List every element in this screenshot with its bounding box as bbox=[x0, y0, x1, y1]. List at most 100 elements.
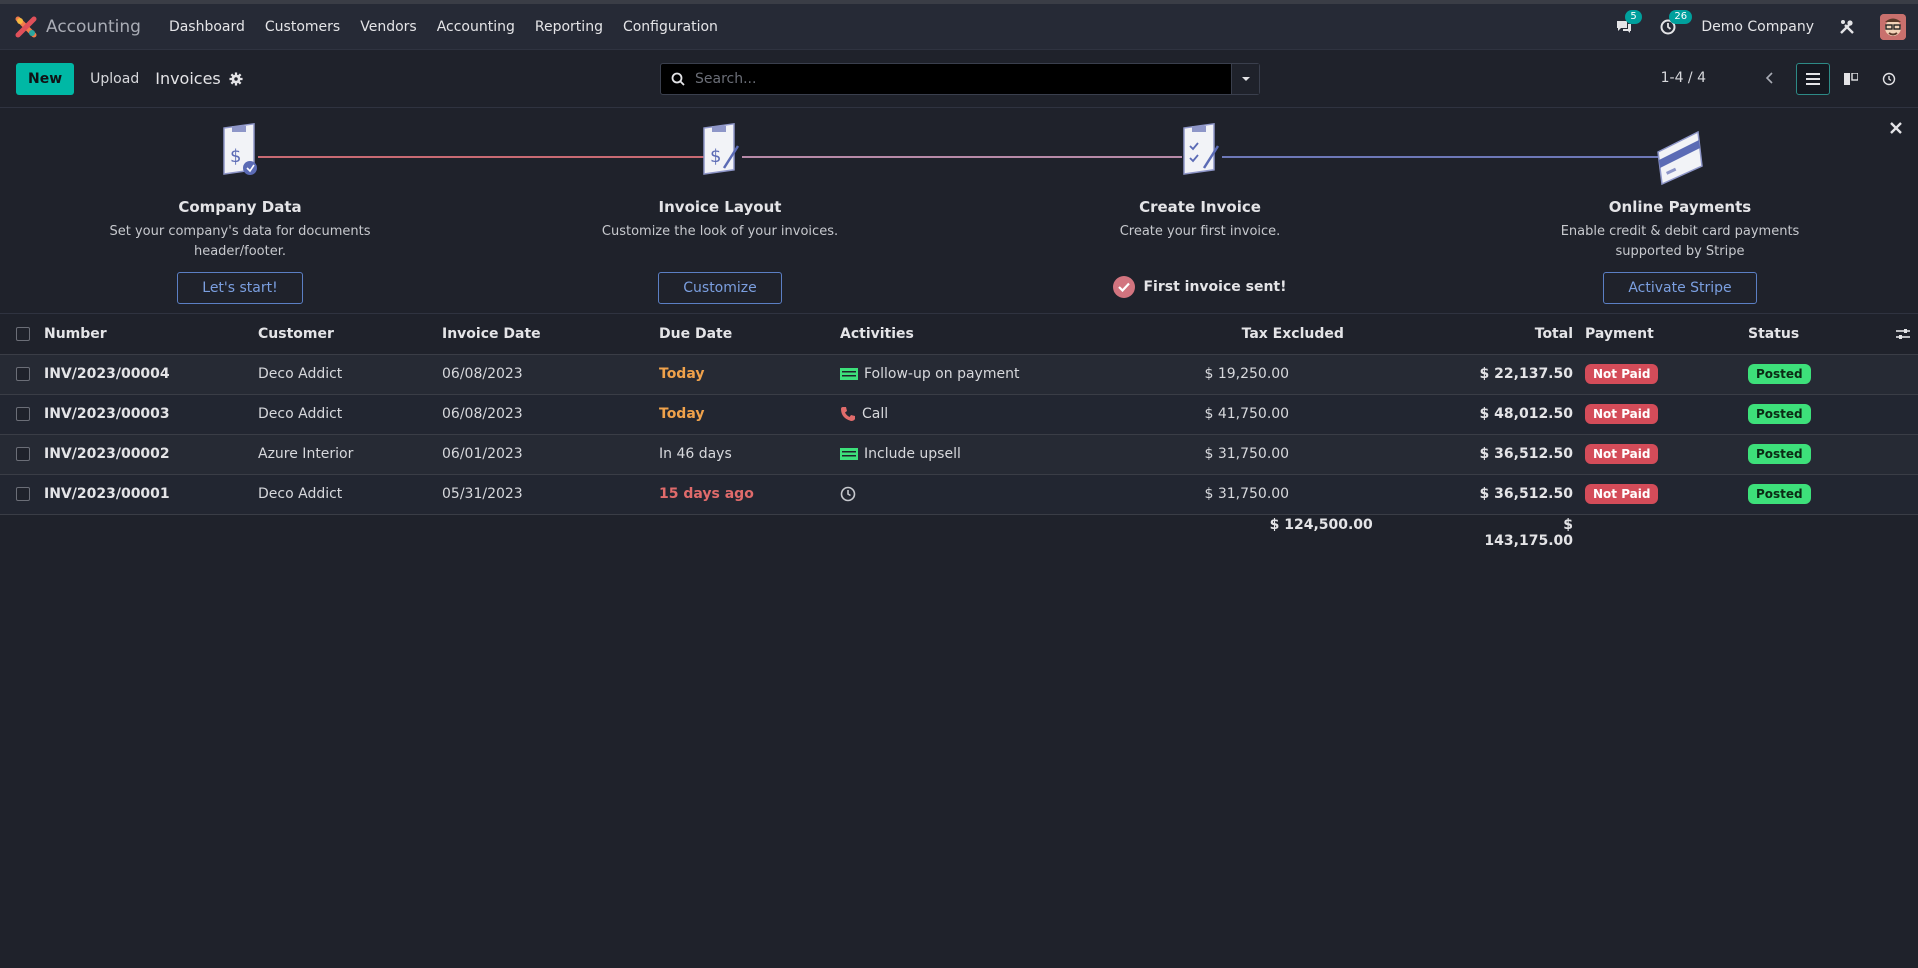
top-menu: Dashboard Customers Vendors Accounting R… bbox=[159, 19, 728, 35]
avatar-face-icon bbox=[1880, 13, 1906, 40]
clock-icon[interactable] bbox=[840, 486, 856, 502]
tools-icon bbox=[1840, 19, 1854, 34]
invoice-customer: Deco Addict bbox=[258, 394, 442, 435]
invoice-clipboard-icon: $ bbox=[223, 122, 257, 175]
header-invoice-date[interactable]: Invoice Date bbox=[442, 314, 659, 355]
pager-value[interactable]: 1-4 / 4 bbox=[1661, 70, 1706, 86]
onboarding-step-invoice-layout: $ Invoice Layout Customize the look of y… bbox=[570, 122, 870, 304]
onboarding-step-create-invoice: Create Invoice Create your first invoice… bbox=[1050, 122, 1350, 298]
totals-row: $ 124,500.00 $ 143,175.00 bbox=[0, 514, 1918, 552]
step-title: Invoice Layout bbox=[658, 198, 782, 216]
search-icon bbox=[661, 64, 695, 94]
invoice-date: 06/08/2023 bbox=[442, 354, 659, 395]
invoice-date: 05/31/2023 bbox=[442, 474, 659, 515]
menu-vendors[interactable]: Vendors bbox=[350, 19, 426, 35]
table-row[interactable]: INV/2023/00004 Deco Addict 06/08/2023 To… bbox=[0, 354, 1918, 395]
table-row[interactable]: INV/2023/00001 Deco Addict 05/31/2023 15… bbox=[0, 474, 1918, 515]
view-switcher bbox=[1796, 63, 1906, 95]
row-checkbox[interactable] bbox=[16, 367, 30, 381]
invoice-date: 06/01/2023 bbox=[442, 434, 659, 475]
invoice-due-date: Today bbox=[659, 354, 840, 395]
optional-columns-icon[interactable] bbox=[1896, 328, 1910, 340]
chevron-left-icon[interactable] bbox=[1762, 70, 1778, 86]
customize-button[interactable]: Customize bbox=[658, 272, 782, 304]
row-checkbox[interactable] bbox=[16, 487, 30, 501]
menu-reporting[interactable]: Reporting bbox=[525, 19, 613, 35]
phone-icon bbox=[841, 407, 855, 421]
invoice-total: $ 36,512.50 bbox=[1479, 446, 1573, 462]
user-avatar[interactable] bbox=[1880, 13, 1906, 40]
activity-cell[interactable] bbox=[840, 486, 1375, 502]
invoice-due-date: Today bbox=[659, 394, 840, 435]
header-total[interactable]: Total bbox=[1535, 326, 1573, 342]
header-status[interactable]: Status bbox=[1748, 326, 1799, 342]
debug-tools-button[interactable] bbox=[1836, 16, 1858, 38]
navbar-systray: 5 26 Demo Company bbox=[1613, 9, 1906, 40]
row-checkbox[interactable] bbox=[16, 407, 30, 421]
caret-down-icon bbox=[1241, 77, 1250, 81]
header-payment[interactable]: Payment bbox=[1575, 314, 1748, 355]
money-bill-icon bbox=[840, 368, 858, 380]
step-title: Create Invoice bbox=[1139, 198, 1261, 216]
list-icon bbox=[1806, 73, 1820, 85]
activities-badge: 26 bbox=[1669, 9, 1693, 24]
menu-customers[interactable]: Customers bbox=[255, 19, 350, 35]
clock-icon bbox=[1882, 72, 1896, 86]
status-badge: Posted bbox=[1748, 484, 1811, 504]
invoice-tax-excluded: $ 31,750.00 bbox=[1204, 486, 1290, 502]
invoice-customer: Deco Addict bbox=[258, 354, 442, 395]
header-number[interactable]: Number bbox=[44, 314, 258, 355]
menu-accounting[interactable]: Accounting bbox=[427, 19, 525, 35]
header-customer[interactable]: Customer bbox=[258, 314, 442, 355]
search-input[interactable] bbox=[695, 64, 1231, 94]
sum-total: $ 143,175.00 bbox=[1484, 517, 1573, 550]
lets-start-button[interactable]: Let's start! bbox=[177, 272, 303, 304]
invoice-layout-icon: $ bbox=[703, 122, 740, 175]
control-panel: New Upload Invoices 1-4 / 4 bbox=[0, 50, 1918, 108]
close-icon[interactable] bbox=[1888, 120, 1904, 136]
status-badge: Posted bbox=[1748, 444, 1811, 464]
onboarding-step-company-data: $ Company Data Set your company's data f… bbox=[90, 122, 390, 304]
new-button[interactable]: New bbox=[16, 62, 75, 95]
activity-cell[interactable]: Follow-up on payment bbox=[840, 366, 1375, 382]
invoice-total: $ 48,012.50 bbox=[1479, 406, 1573, 422]
activate-stripe-button[interactable]: Activate Stripe bbox=[1603, 272, 1757, 304]
invoice-number: INV/2023/00004 bbox=[44, 354, 258, 395]
invoice-tax-excluded: $ 41,750.00 bbox=[1204, 406, 1290, 422]
invoice-customer: Deco Addict bbox=[258, 474, 442, 515]
menu-configuration[interactable]: Configuration bbox=[613, 19, 728, 35]
check-circle-icon bbox=[1113, 276, 1136, 298]
select-all-checkbox[interactable] bbox=[16, 326, 30, 341]
invoice-customer: Azure Interior bbox=[258, 434, 442, 475]
sum-tax-excluded: $ 124,500.00 bbox=[1269, 517, 1373, 534]
activity-cell[interactable]: Include upsell bbox=[840, 446, 1375, 462]
header-due-date[interactable]: Due Date bbox=[659, 314, 840, 355]
status-badge: Posted bbox=[1748, 364, 1811, 384]
step-description: Create your first invoice. bbox=[1119, 224, 1281, 239]
search-options-toggle[interactable] bbox=[1231, 64, 1259, 94]
activity-cell[interactable]: Call bbox=[840, 406, 1375, 422]
table-row[interactable]: INV/2023/00003 Deco Addict 06/08/2023 To… bbox=[0, 394, 1918, 435]
invoice-number: INV/2023/00003 bbox=[44, 394, 258, 435]
menu-dashboard[interactable]: Dashboard bbox=[159, 19, 255, 35]
messages-badge: 5 bbox=[1625, 9, 1642, 24]
header-tax-excluded[interactable]: Tax Excluded bbox=[1242, 326, 1344, 342]
kanban-view-button[interactable] bbox=[1834, 63, 1868, 95]
list-view-button[interactable] bbox=[1796, 63, 1830, 95]
page-title: Invoices bbox=[155, 69, 221, 88]
step-description: Customize the look of your invoices. bbox=[601, 224, 839, 239]
gear-icon[interactable] bbox=[229, 71, 243, 86]
upload-button[interactable]: Upload bbox=[90, 71, 139, 87]
app-brand[interactable]: Accounting bbox=[14, 15, 141, 39]
table-row[interactable]: INV/2023/00002 Azure Interior 06/01/2023… bbox=[0, 434, 1918, 475]
messages-button[interactable]: 5 bbox=[1613, 9, 1642, 38]
step-description: Enable credit & debit card payments supp… bbox=[1560, 224, 1800, 259]
svg-text:$: $ bbox=[710, 146, 721, 167]
row-checkbox[interactable] bbox=[16, 447, 30, 461]
company-switcher[interactable]: Demo Company bbox=[1701, 19, 1814, 35]
activity-view-button[interactable] bbox=[1872, 63, 1906, 95]
activities-button[interactable]: 26 bbox=[1657, 9, 1693, 38]
money-bill-icon bbox=[840, 448, 858, 460]
search-bar bbox=[660, 63, 1260, 95]
svg-text:$: $ bbox=[230, 146, 241, 167]
